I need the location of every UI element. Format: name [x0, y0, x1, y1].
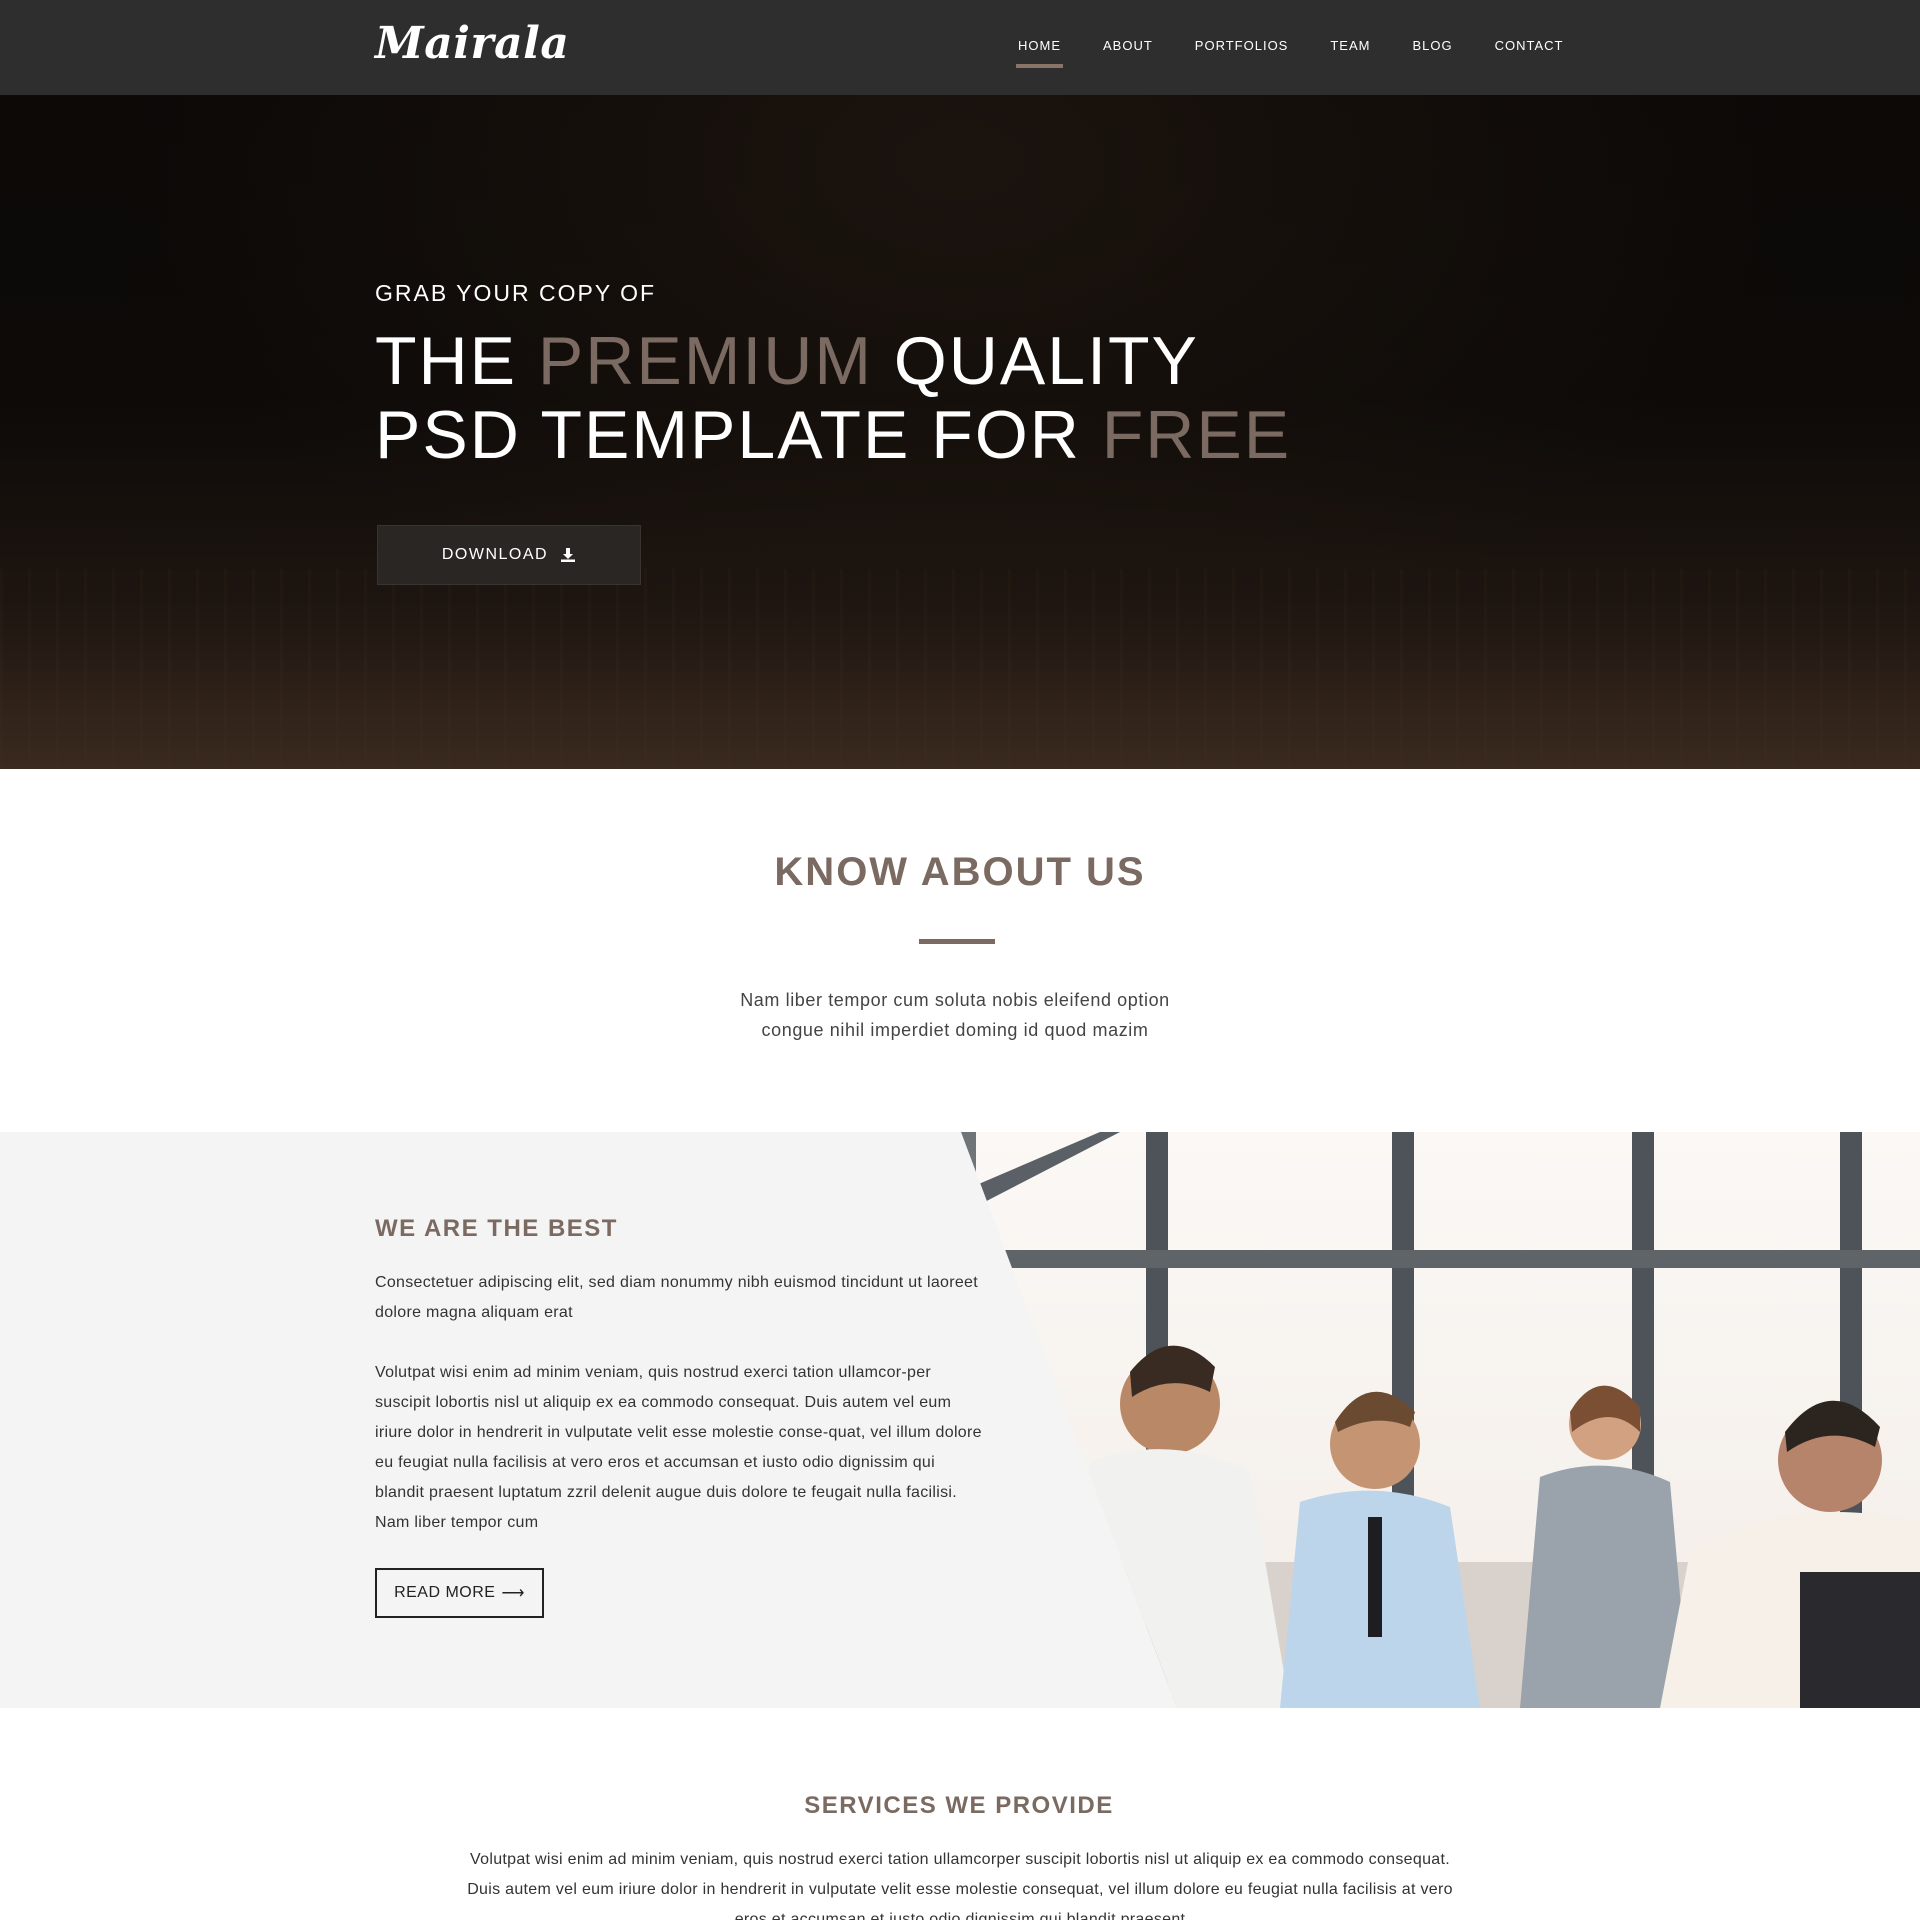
hero-line2-accent: FREE [1101, 397, 1292, 473]
services-text: Volutpat wisi enim ad minim veniam, quis… [467, 1851, 1453, 1920]
about-divider [919, 939, 995, 944]
hero-line1-accent: PREMIUM [537, 323, 874, 399]
services-title: SERVICES WE PROVIDE [804, 1792, 1114, 1819]
nav-item-home[interactable]: HOME [1016, 38, 1063, 68]
hero-section: GRAB YOUR COPY OF THE PREMIUM QUALITY PS… [0, 95, 1920, 769]
best-title: WE ARE THE BEST [375, 1215, 618, 1242]
hero-line1-text-end: QUALITY [873, 323, 1199, 399]
nav-item-contact[interactable]: CONTACT [1495, 38, 1564, 53]
best-paragraph-2: Volutpat wisi enim ad minim veniam, quis… [375, 1364, 982, 1531]
best-paragraph-1: Consectetuer adipiscing elit, sed diam n… [375, 1274, 978, 1321]
hero-headline-line1: THE PREMIUM QUALITY [375, 327, 1199, 395]
read-more-button[interactable]: READ MORE ⟶ [375, 1568, 544, 1618]
hero-headline-line2: PSD TEMPLATE FOR FREE [375, 401, 1291, 469]
hero-line1-text: THE [375, 323, 538, 399]
hero-background [0, 569, 1920, 769]
nav-item-portfolios[interactable]: PORTFOLIOS [1195, 38, 1289, 53]
navbar: Mairala HOME ABOUT PORTFOLIOS TEAM BLOG … [0, 0, 1920, 95]
download-icon [561, 548, 576, 562]
download-button-label: DOWNLOAD [441, 546, 549, 563]
best-section: WE ARE THE BEST Consectetuer adipiscing … [0, 1132, 1920, 1708]
nav-item-blog[interactable]: BLOG [1412, 38, 1452, 53]
about-title: KNOW ABOUT US [774, 850, 1146, 894]
read-more-label: READ MORE [394, 1584, 496, 1601]
hero-line2-text: PSD TEMPLATE FOR [375, 397, 1102, 473]
logo[interactable]: Mairala [375, 18, 569, 69]
download-button[interactable]: DOWNLOAD [377, 525, 641, 585]
arrow-right-icon: ⟶ [501, 1585, 525, 1602]
about-text: Nam liber tempor cum soluta nobis eleife… [0, 985, 1910, 1045]
nav-item-about[interactable]: ABOUT [1103, 38, 1153, 53]
nav-item-team[interactable]: TEAM [1330, 38, 1370, 53]
main-nav: HOME ABOUT PORTFOLIOS TEAM BLOG CONTACT [1016, 38, 1605, 68]
about-text-line1: Nam liber tempor cum soluta nobis eleife… [740, 990, 1170, 1010]
about-text-line2: congue nihil imperdiet doming id quod ma… [761, 1020, 1149, 1040]
hero-pretitle: GRAB YOUR COPY OF [375, 280, 657, 306]
